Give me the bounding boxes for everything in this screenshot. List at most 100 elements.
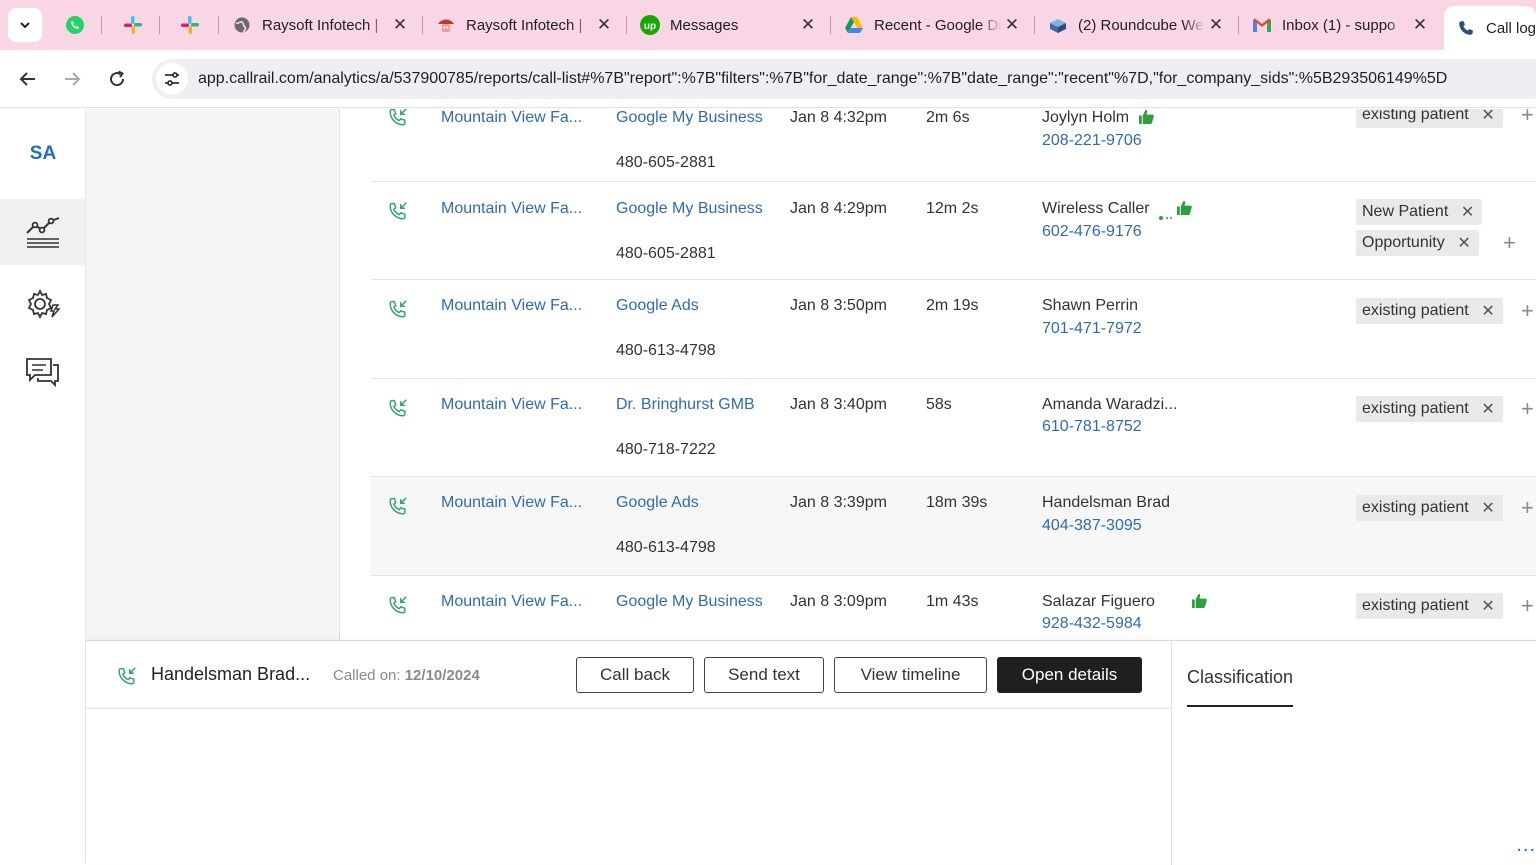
- nav-conversations[interactable]: [0, 339, 85, 405]
- caller-phone-link[interactable]: 404-387-3095: [1042, 517, 1142, 535]
- call-row-selected[interactable]: Mountain View Fa... Google Ads 480-613-4…: [371, 477, 1536, 576]
- forward-button[interactable]: [55, 62, 89, 96]
- callrail-app: SA Mountain View Fa... Google My Busines…: [0, 109, 1536, 865]
- nav-settings[interactable]: [0, 271, 85, 337]
- send-text-button[interactable]: Send text: [704, 657, 824, 693]
- close-icon[interactable]: ✕: [1002, 15, 1022, 35]
- tab-classification[interactable]: Classification: [1187, 667, 1294, 707]
- source-link[interactable]: Dr. Bringhurst GMB: [616, 396, 755, 414]
- remove-tag-icon[interactable]: ✕: [1481, 498, 1494, 518]
- tab-title: Raysoft Infotech |: [466, 16, 583, 34]
- company-link[interactable]: Mountain View Fa...: [441, 593, 591, 611]
- remove-tag-icon[interactable]: ✕: [1481, 596, 1494, 616]
- arrow-right-icon: [65, 72, 81, 86]
- more-options-icon[interactable]: ...: [1516, 834, 1536, 857]
- nav-analytics[interactable]: [0, 199, 85, 265]
- pinned-tab-whatsapp[interactable]: [50, 8, 100, 42]
- tab-roundcube[interactable]: (2) Roundcube We ✕: [1036, 6, 1236, 44]
- close-icon[interactable]: ✕: [798, 15, 818, 35]
- conversations-icon: [25, 358, 59, 388]
- caller-phone-link[interactable]: 610-781-8752: [1042, 418, 1142, 436]
- remove-tag-icon[interactable]: ✕: [1481, 399, 1494, 419]
- tab-raysoft-2[interactable]: Raysoft Infotech | ✕: [424, 6, 624, 44]
- call-row[interactable]: Mountain View Fa... Google My Business J…: [371, 576, 1536, 640]
- call-date: Jan 8 4:32pm: [790, 109, 887, 126]
- classification-panel: Classification ...: [1171, 641, 1536, 865]
- company-link[interactable]: Mountain View Fa...: [441, 396, 591, 414]
- back-button[interactable]: [11, 62, 45, 96]
- tab-call-log[interactable]: Call log: [1444, 6, 1536, 50]
- source-link[interactable]: Google My Business: [616, 593, 763, 611]
- arrow-left-icon: [19, 72, 35, 86]
- add-tag-button[interactable]: +: [1521, 593, 1534, 619]
- tab-messages[interactable]: up Messages ✕: [628, 6, 828, 44]
- incoming-call-icon: [387, 495, 409, 522]
- site-info-button[interactable]: [156, 63, 188, 95]
- status-dots-icon: [1159, 207, 1173, 220]
- source-link[interactable]: Google Ads: [616, 494, 699, 512]
- address-bar[interactable]: app.callrail.com/analytics/a/537900785/r…: [152, 59, 1536, 99]
- caller-phone-link[interactable]: 928-432-5984: [1042, 615, 1142, 633]
- call-date: Jan 8 3:40pm: [790, 396, 887, 413]
- call-back-button[interactable]: Call back: [576, 657, 694, 693]
- thumbs-up-icon: [1176, 199, 1193, 221]
- upwork-icon: up: [640, 15, 660, 35]
- tab-raysoft-1[interactable]: Raysoft Infotech | ✕: [220, 6, 420, 44]
- source-link[interactable]: Google My Business: [616, 109, 763, 127]
- call-date: Jan 8 3:50pm: [790, 297, 887, 314]
- call-row[interactable]: Mountain View Fa... Google My Business 4…: [371, 182, 1536, 280]
- call-duration: 18m 39s: [926, 494, 988, 511]
- call-duration: 58s: [926, 396, 952, 413]
- call-duration: 2m 6s: [926, 109, 970, 126]
- tracking-number: 480-613-4798: [616, 539, 716, 556]
- call-date: Jan 8 4:29pm: [790, 200, 887, 217]
- remove-tag-icon[interactable]: ✕: [1457, 233, 1470, 253]
- remove-tag-icon[interactable]: ✕: [1481, 109, 1494, 125]
- close-icon[interactable]: ✕: [1206, 15, 1226, 35]
- call-row[interactable]: Mountain View Fa... Dr. Bringhurst GMB 4…: [371, 379, 1536, 477]
- called-on: Called on: 12/10/2024: [333, 667, 480, 684]
- settings-icon: [27, 288, 61, 320]
- remove-tag-icon[interactable]: ✕: [1481, 301, 1494, 321]
- caller-phone-link[interactable]: 701-471-7972: [1042, 320, 1142, 338]
- caller-phone-link[interactable]: 602-476-9176: [1042, 223, 1142, 241]
- remove-tag-icon[interactable]: ✕: [1461, 202, 1474, 222]
- call-row[interactable]: Mountain View Fa... Google Ads 480-613-4…: [371, 280, 1536, 379]
- add-tag-button[interactable]: +: [1521, 495, 1534, 521]
- pinned-tab-slack[interactable]: [108, 8, 158, 42]
- source-link[interactable]: Google My Business: [616, 200, 763, 218]
- add-tag-button[interactable]: +: [1503, 230, 1516, 256]
- tab-gmail[interactable]: Inbox (1) - suppo ✕: [1240, 6, 1440, 44]
- incoming-call-icon: [116, 665, 138, 692]
- tab-google-drive[interactable]: Recent - Google Dr ✕: [832, 6, 1032, 44]
- call-row[interactable]: Mountain View Fa... Google My Business 4…: [371, 109, 1536, 182]
- pinned-tab-slack-2[interactable]: [165, 8, 215, 42]
- tab-search-button[interactable]: [8, 8, 42, 42]
- call-date: Jan 8 3:09pm: [790, 593, 887, 610]
- company-link[interactable]: Mountain View Fa...: [441, 200, 591, 218]
- filters-panel: [86, 109, 340, 640]
- view-timeline-button[interactable]: View timeline: [834, 657, 987, 693]
- tag-chip: existing patient ✕: [1356, 298, 1503, 324]
- caller-phone-link[interactable]: 208-221-9706: [1042, 132, 1142, 150]
- add-tag-button[interactable]: +: [1521, 396, 1534, 422]
- url-text: app.callrail.com/analytics/a/537900785/r…: [198, 70, 1448, 87]
- open-details-button[interactable]: Open details: [997, 657, 1142, 693]
- source-link[interactable]: Google Ads: [616, 297, 699, 315]
- tag-chip: Opportunity ✕: [1356, 230, 1479, 256]
- add-tag-button[interactable]: +: [1521, 109, 1534, 128]
- call-list: Mountain View Fa... Google My Business 4…: [341, 109, 1536, 640]
- reload-button[interactable]: [100, 62, 134, 96]
- caller-name: Joylyn Holm: [1042, 109, 1130, 126]
- browser-tab-bar: Raysoft Infotech | ✕ Raysoft Infotech | …: [0, 0, 1536, 50]
- incoming-call-icon: [387, 200, 409, 227]
- add-tag-button[interactable]: +: [1521, 298, 1534, 324]
- company-link[interactable]: Mountain View Fa...: [441, 297, 591, 315]
- company-link[interactable]: Mountain View Fa...: [441, 109, 591, 127]
- side-navigation: SA: [0, 109, 86, 864]
- company-link[interactable]: Mountain View Fa...: [441, 494, 591, 512]
- account-avatar[interactable]: SA: [0, 129, 86, 179]
- close-icon[interactable]: ✕: [1410, 15, 1430, 35]
- close-icon[interactable]: ✕: [594, 15, 614, 35]
- close-icon[interactable]: ✕: [390, 15, 410, 35]
